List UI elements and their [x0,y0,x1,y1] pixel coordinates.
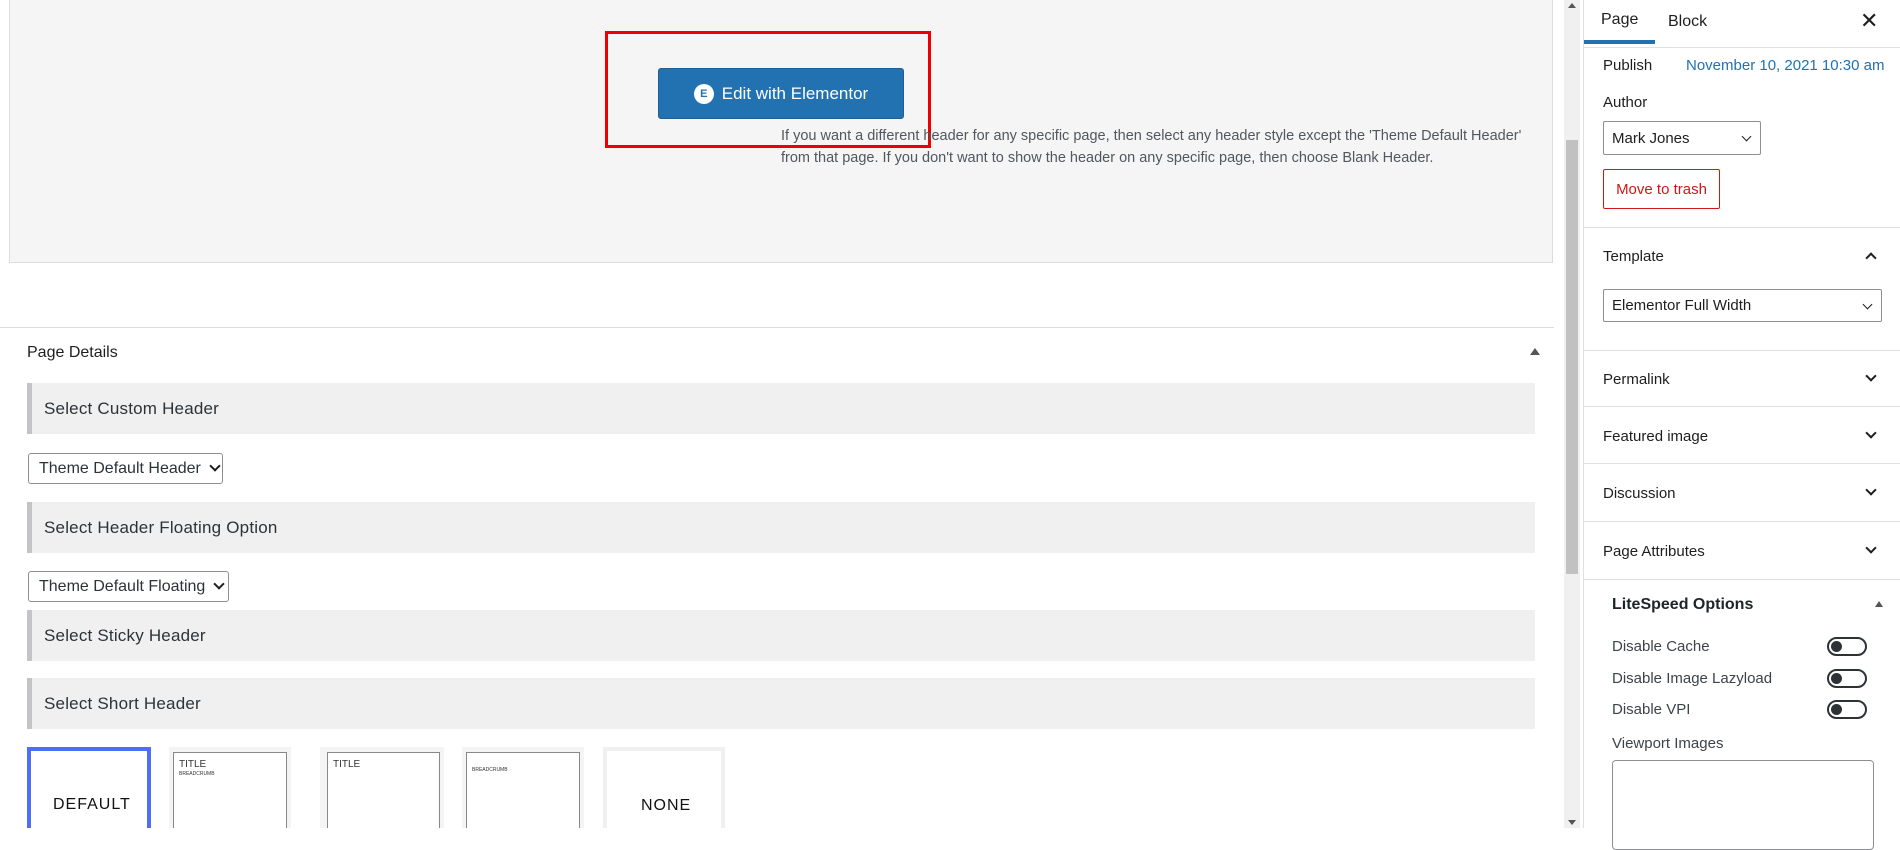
litespeed-options-title: LiteSpeed Options [1612,596,1754,613]
header-floating-heading: Select Header Floating Option [27,502,1535,553]
thumb-breadcrumb-text: BREADCRUMB [179,771,215,777]
toggle-knob [1831,704,1842,715]
thumb-title-text: TITLE [333,759,361,770]
author-select[interactable]: Mark Jones [1603,121,1761,155]
sticky-header-heading: Select Sticky Header [27,610,1535,661]
divider [1584,227,1900,228]
template-select[interactable]: Elementor Full Width [1603,289,1882,322]
header-floating-select-value: Theme Default Floating [39,577,206,595]
short-header-option-title[interactable]: TITLE [320,747,444,828]
template-select-value: Elementor Full Width [1612,297,1752,314]
header-floating-select[interactable]: Theme Default Floating [28,571,229,602]
page-attributes-panel-toggle[interactable]: Page Attributes [1584,527,1900,575]
divider [1584,350,1900,351]
chevron-up-icon [1865,252,1877,264]
divider [1584,47,1900,48]
template-panel-toggle[interactable]: Template [1584,232,1900,280]
tab-block[interactable]: Block [1668,0,1707,44]
publish-date-link[interactable]: November 10, 2021 10:30 am [1686,57,1884,74]
short-header-option-none[interactable]: NONE [603,747,725,828]
chevron-down-icon [1865,484,1877,496]
chevron-down-icon [1741,131,1752,142]
chevron-down-icon [1865,542,1877,554]
discussion-panel-toggle[interactable]: Discussion [1584,469,1900,517]
thumb-frame: BREADCRUMB [466,752,580,828]
editor-scrollbar[interactable] [1564,0,1580,828]
scroll-up-icon[interactable] [1568,3,1576,8]
chevron-down-icon [209,460,221,472]
close-icon[interactable]: ✕ [1860,8,1878,34]
chevron-down-icon [1862,299,1873,310]
short-header-option-title-breadcrumb[interactable]: TITLE BREADCRUMB [169,747,291,828]
custom-header-heading: Select Custom Header [27,383,1535,434]
disable-lazyload-label: Disable Image Lazyload [1612,670,1773,687]
permalink-panel-toggle[interactable]: Permalink [1584,355,1900,403]
collapse-triangle-icon[interactable] [1530,348,1540,355]
thumb-frame: TITLE BREADCRUMB [173,752,287,828]
custom-header-help-text: If you want a different header for any s… [781,128,1522,166]
permalink-panel-title: Permalink [1603,370,1670,388]
viewport-images-textarea[interactable] [1612,760,1874,850]
thumb-frame: TITLE [327,752,440,828]
template-panel-title: Template [1603,247,1664,265]
toggle-knob [1831,673,1842,684]
thumb-title-text: TITLE [179,759,207,770]
short-header-option-default[interactable]: DEFAULT [27,747,151,828]
settings-sidebar: Page Block ✕ Publish November 10, 2021 1… [1583,0,1900,850]
featured-image-panel-title: Featured image [1603,427,1709,445]
divider [1584,463,1900,464]
chevron-down-icon [213,578,225,590]
publish-label: Publish [1603,57,1653,74]
chevron-down-icon [1865,370,1877,382]
divider [1584,406,1900,407]
elementor-icon: E [693,83,714,104]
custom-header-select[interactable]: Theme Default Header [28,453,223,484]
short-header-heading: Select Short Header [27,678,1535,729]
short-header-option-breadcrumb[interactable]: BREADCRUMB [462,747,584,828]
edit-with-elementor-label: Edit with Elementor [721,83,869,103]
move-to-trash-button[interactable]: Move to trash [1603,169,1720,209]
scrollbar-thumb[interactable] [1566,140,1578,574]
divider [1584,521,1900,522]
tab-page[interactable]: Page [1584,0,1656,44]
none-option-label: NONE [641,797,692,814]
default-option-label: DEFAULT [53,796,131,813]
disable-vpi-label: Disable VPI [1612,701,1691,718]
disable-cache-label: Disable Cache [1612,638,1710,655]
edit-with-elementor-button[interactable]: E Edit with Elementor [658,68,904,119]
toggle-knob [1831,641,1842,652]
page-attributes-panel-title: Page Attributes [1603,542,1705,560]
author-label: Author [1603,94,1648,111]
viewport-images-label: Viewport Images [1612,735,1724,752]
editor-canvas: E Edit with Elementor Page Details Selec… [0,0,1564,828]
featured-image-panel-toggle[interactable]: Featured image [1584,412,1900,460]
disable-vpi-toggle[interactable] [1827,700,1867,719]
page-details-title: Page Details [27,344,118,361]
scroll-down-icon[interactable] [1568,820,1576,825]
divider [1584,579,1900,580]
collapse-triangle-icon[interactable] [1875,601,1883,607]
custom-header-select-value: Theme Default Header [39,459,201,477]
disable-lazyload-toggle[interactable] [1827,669,1867,688]
author-select-value: Mark Jones [1612,129,1690,147]
thumb-breadcrumb-text: BREADCRUMB [472,767,508,773]
chevron-down-icon [1865,427,1877,439]
disable-cache-toggle[interactable] [1827,637,1867,656]
discussion-panel-title: Discussion [1603,484,1676,502]
